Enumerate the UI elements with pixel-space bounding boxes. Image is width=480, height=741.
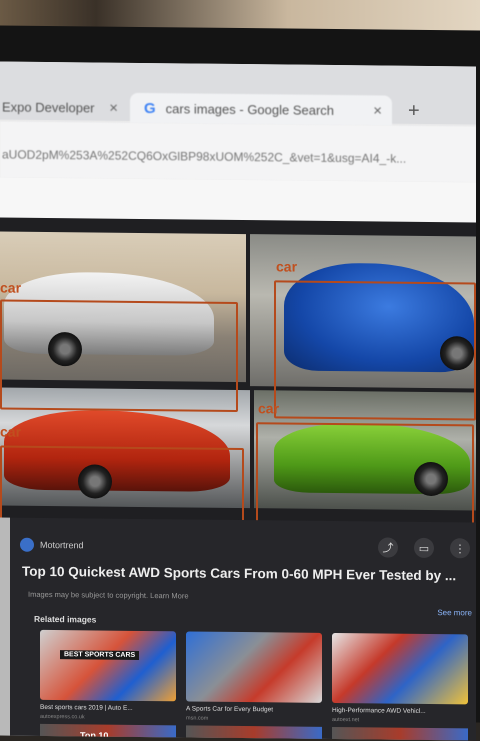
left-edge [0,517,10,736]
related-image[interactable] [332,726,468,741]
close-icon[interactable]: × [373,102,382,119]
share-icon[interactable]: ⤴ [378,537,398,558]
related-image[interactable] [40,629,176,702]
related-image[interactable] [186,631,322,703]
detection-box [0,299,238,412]
related-source: autoexpress.co.uk [40,713,85,721]
detection-label: car [276,258,298,275]
related-caption[interactable]: Best sports cars 2019 | Auto E... [40,704,133,712]
detection-box [256,422,474,537]
close-icon[interactable]: × [109,99,118,116]
detection-label: car [258,400,280,417]
panel-title[interactable]: Top 10 Quickest AWD Sports Cars From 0-6… [22,564,476,584]
new-tab-button[interactable]: + [408,100,420,123]
related-caption[interactable]: High-Performance AWD Vehicl... [332,707,426,715]
related-overlay-text: Top 10 [80,730,109,741]
address-bar[interactable]: aUOD2pM%253A%252CQ6OxGlBP98xUOM%252C_&ve… [0,121,476,183]
related-caption[interactable]: A Sports Car for Every Budget [186,705,273,713]
tab-google-search[interactable]: G cars images - Google Search × [130,92,392,126]
detection-label: car [0,279,22,296]
related-banner: BEST SPORTS CARS [60,650,140,660]
panel-actions: ⤴ ▭ ⋮ [378,537,470,559]
browser-screen: Expo Developer × G cars images - Google … [0,61,476,741]
related-heading: Related images [34,613,97,625]
related-image[interactable] [186,725,322,741]
tab-expo-developer[interactable]: Expo Developer × [0,91,128,122]
image-results: car car car car Motortrend ⤴ ▭ ⋮ Top 10 … [0,217,476,741]
detection-box [274,280,476,421]
monitor-frame: Expo Developer × G cars images - Google … [0,25,480,741]
google-logo-icon: G [144,99,156,117]
related-image[interactable] [332,632,468,705]
more-options-icon[interactable]: ⋮ [450,538,470,559]
detection-label: car [0,423,22,440]
related-source: msn.com [186,715,209,722]
related-source: autoext.net [332,716,360,724]
tab-label: cars images - Google Search [165,100,335,118]
copyright-notice: Images may be subject to copyright. Lear… [28,589,189,601]
page-header-area [0,177,476,223]
source-site-icon [20,537,34,552]
image-preview-panel: Motortrend ⤴ ▭ ⋮ Top 10 Quickest AWD Spo… [10,517,476,741]
tab-label: Expo Developer [2,99,95,115]
see-more-link[interactable]: See more [437,608,472,617]
source-row[interactable]: Motortrend [20,537,84,553]
save-icon[interactable]: ▭ [414,537,434,559]
tab-bar: Expo Developer × G cars images - Google … [0,61,476,126]
source-name: Motortrend [40,539,84,551]
